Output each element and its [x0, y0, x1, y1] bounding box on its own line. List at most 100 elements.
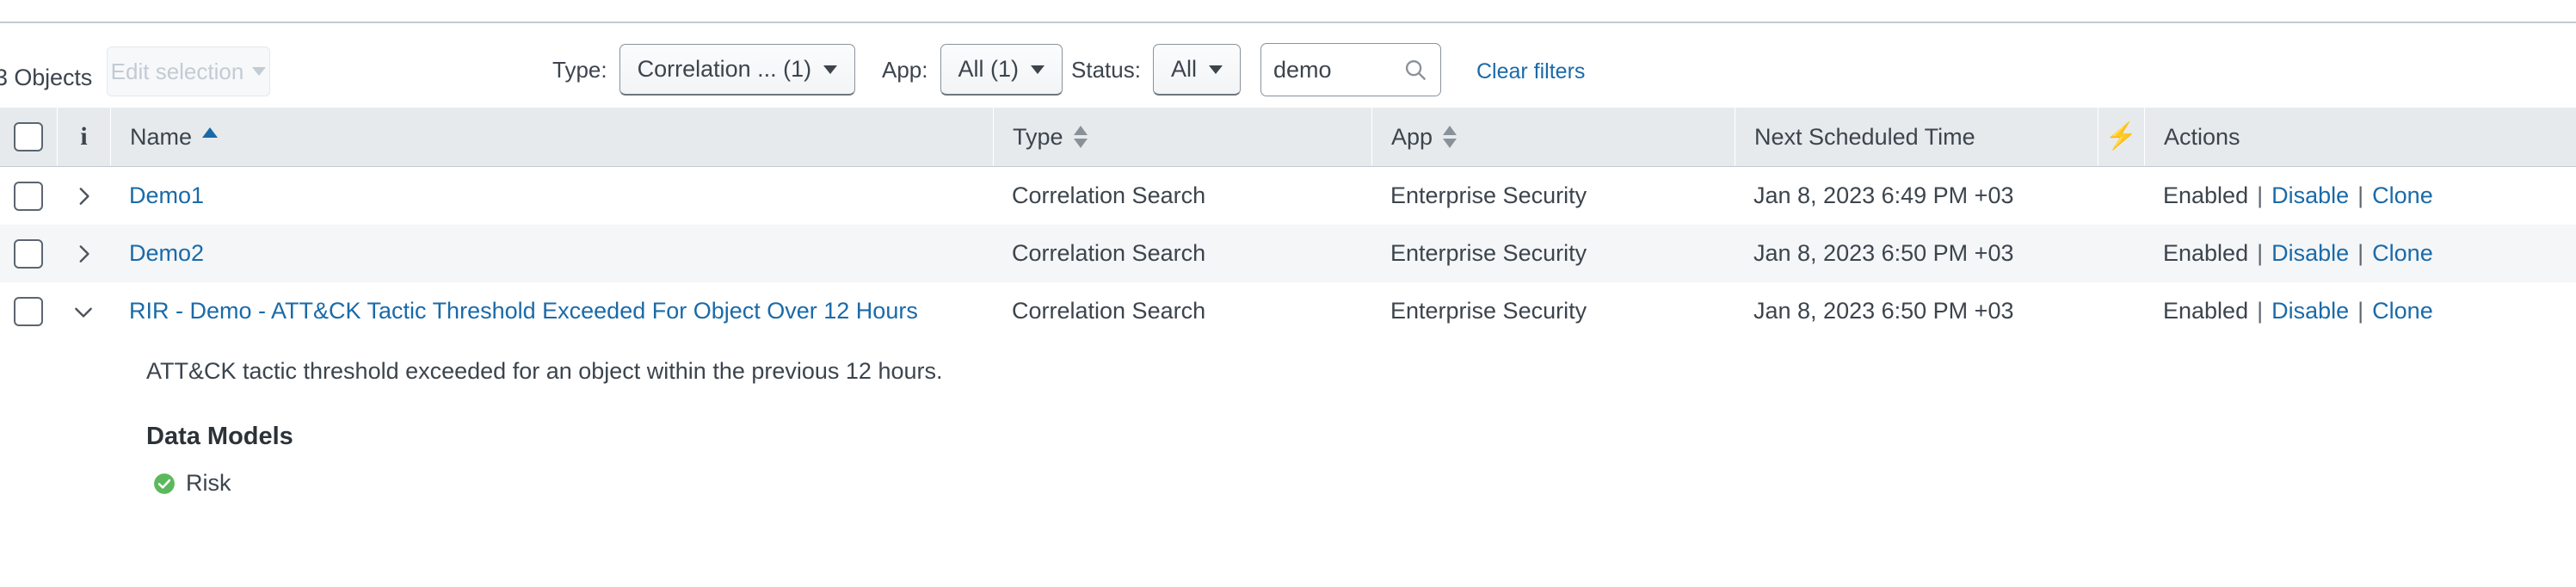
- header-type-label: Type: [1013, 123, 1063, 150]
- object-list-page: 3 Objects Edit selection Type: Correlati…: [0, 0, 2576, 587]
- header-app-cell[interactable]: App: [1371, 108, 1735, 166]
- row-name-link[interactable]: Demo2: [129, 240, 204, 267]
- row-disable-link[interactable]: Disable: [2271, 298, 2349, 324]
- type-filter-value: Correlation ... (1): [637, 56, 812, 82]
- app-filter-label: App:: [882, 56, 928, 83]
- row-select-cell: [0, 167, 57, 225]
- row-detail-panel: ATT&CK tactic threshold exceeded for an …: [0, 340, 2576, 497]
- table-row: Demo2 Correlation Search Enterprise Secu…: [0, 225, 2576, 282]
- header-next-scheduled-time-label: Next Scheduled Time: [1754, 123, 1975, 150]
- row-clone-link[interactable]: Clone: [2372, 182, 2433, 209]
- type-filter-dropdown[interactable]: Correlation ... (1): [619, 44, 856, 96]
- row-next-scheduled-time-cell: Jan 8, 2023 6:50 PM +03: [1753, 298, 2014, 324]
- clear-filters-link[interactable]: Clear filters: [1476, 59, 1585, 84]
- actions-separator: |: [2257, 182, 2264, 208]
- app-filter-dropdown[interactable]: All (1): [940, 44, 1063, 96]
- search-icon[interactable]: [1402, 57, 1428, 83]
- status-filter-group: Status: All: [1071, 44, 1241, 96]
- row-disable-link[interactable]: Disable: [2271, 240, 2349, 267]
- data-model-item: Risk: [146, 470, 2576, 497]
- sort-ascending-icon[interactable]: [202, 127, 219, 138]
- header-select-all-cell: [0, 108, 57, 166]
- row-next-scheduled-time-cell: Jan 8, 2023 6:50 PM +03: [1753, 240, 2014, 266]
- type-filter-label: Type:: [552, 56, 607, 83]
- chevron-down-icon[interactable]: [72, 300, 95, 323]
- type-filter-group: Type: Correlation ... (1): [552, 44, 856, 96]
- row-collapse-cell: [57, 282, 110, 340]
- row-status-label: Enabled: [2163, 240, 2249, 266]
- table-header-row: i Name Type App Next Scheduled Time ⚡ Ac…: [0, 108, 2576, 167]
- objects-table: i Name Type App Next Scheduled Time ⚡ Ac…: [0, 108, 2576, 497]
- chevron-right-icon[interactable]: [72, 243, 95, 265]
- status-filter-dropdown[interactable]: All: [1152, 44, 1241, 96]
- row-app-cell: Enterprise Security: [1390, 182, 1587, 208]
- status-filter-label: Status:: [1071, 56, 1141, 83]
- chevron-right-icon[interactable]: [72, 185, 95, 207]
- header-type-cell[interactable]: Type: [993, 108, 1371, 166]
- actions-separator: |: [2357, 240, 2364, 266]
- actions-separator: |: [2257, 240, 2264, 266]
- row-detail-description: ATT&CK tactic threshold exceeded for an …: [146, 358, 943, 384]
- info-icon: i: [80, 122, 88, 151]
- header-info-cell: i: [57, 108, 110, 166]
- header-name-label: Name: [130, 123, 193, 150]
- header-next-scheduled-time-cell: Next Scheduled Time: [1735, 108, 2098, 166]
- search-box[interactable]: [1260, 43, 1441, 96]
- sort-both-icon[interactable]: [1443, 126, 1457, 148]
- row-name-cell: Demo2: [110, 225, 993, 282]
- row-type-cell: Correlation Search: [1012, 240, 1206, 266]
- row-select-cell: [0, 282, 57, 340]
- chevron-down-icon: [252, 67, 267, 76]
- object-count-label: 3 Objects: [0, 65, 93, 90]
- row-checkbox[interactable]: [14, 181, 43, 211]
- row-select-cell: [0, 225, 57, 282]
- table-row: RIR - Demo - ATT&CK Tactic Threshold Exc…: [0, 282, 2576, 340]
- lightning-bolt-icon: ⚡: [2105, 122, 2138, 151]
- data-model-label: Risk: [186, 470, 231, 497]
- status-filter-value: All: [1170, 56, 1197, 82]
- app-filter-group: App: All (1): [882, 44, 1063, 96]
- row-bolt-cell: [2098, 167, 2144, 225]
- row-app-cell: Enterprise Security: [1390, 240, 1587, 266]
- data-models-heading: Data Models: [146, 423, 293, 451]
- chevron-down-icon: [823, 65, 838, 74]
- chevron-down-icon: [1208, 65, 1223, 74]
- edit-selection-label: Edit selection: [110, 58, 244, 84]
- row-actions-cell: Enabled | Disable | Clone: [2144, 167, 2576, 225]
- row-disable-link[interactable]: Disable: [2271, 182, 2349, 209]
- check-circle-icon: [154, 473, 175, 494]
- edit-selection-button[interactable]: Edit selection: [107, 46, 270, 96]
- table-row: Demo1 Correlation Search Enterprise Secu…: [0, 167, 2576, 225]
- header-name-cell[interactable]: Name: [110, 108, 993, 166]
- row-checkbox[interactable]: [14, 296, 43, 326]
- header-app-label: App: [1391, 123, 1433, 150]
- row-name-cell: RIR - Demo - ATT&CK Tactic Threshold Exc…: [110, 282, 993, 340]
- search-container: [1260, 43, 1441, 96]
- row-name-link[interactable]: RIR - Demo - ATT&CK Tactic Threshold Exc…: [129, 298, 918, 324]
- row-status-label: Enabled: [2163, 298, 2249, 324]
- row-checkbox[interactable]: [14, 238, 43, 269]
- row-name-link[interactable]: Demo1: [129, 182, 204, 209]
- row-next-scheduled-time-cell: Jan 8, 2023 6:49 PM +03: [1753, 182, 2014, 208]
- app-filter-value: All (1): [958, 56, 1020, 82]
- row-clone-link[interactable]: Clone: [2372, 240, 2433, 267]
- search-input[interactable]: [1273, 56, 1402, 83]
- actions-separator: |: [2257, 298, 2264, 324]
- chevron-down-icon: [1031, 65, 1045, 74]
- row-type-cell: Correlation Search: [1012, 182, 1206, 208]
- header-actions-label: Actions: [2164, 123, 2240, 150]
- row-actions-cell: Enabled | Disable | Clone: [2144, 282, 2576, 340]
- row-type-cell: Correlation Search: [1012, 298, 1206, 324]
- row-bolt-cell: [2098, 225, 2144, 282]
- sort-both-icon[interactable]: [1073, 126, 1088, 148]
- row-status-label: Enabled: [2163, 182, 2249, 208]
- actions-separator: |: [2357, 182, 2364, 208]
- row-app-cell: Enterprise Security: [1390, 298, 1587, 324]
- select-all-checkbox[interactable]: [14, 122, 43, 151]
- row-clone-link[interactable]: Clone: [2372, 298, 2433, 324]
- actions-separator: |: [2357, 298, 2364, 324]
- row-expand-cell: [57, 225, 110, 282]
- row-name-cell: Demo1: [110, 167, 993, 225]
- row-bolt-cell: [2098, 282, 2144, 340]
- row-expand-cell: [57, 167, 110, 225]
